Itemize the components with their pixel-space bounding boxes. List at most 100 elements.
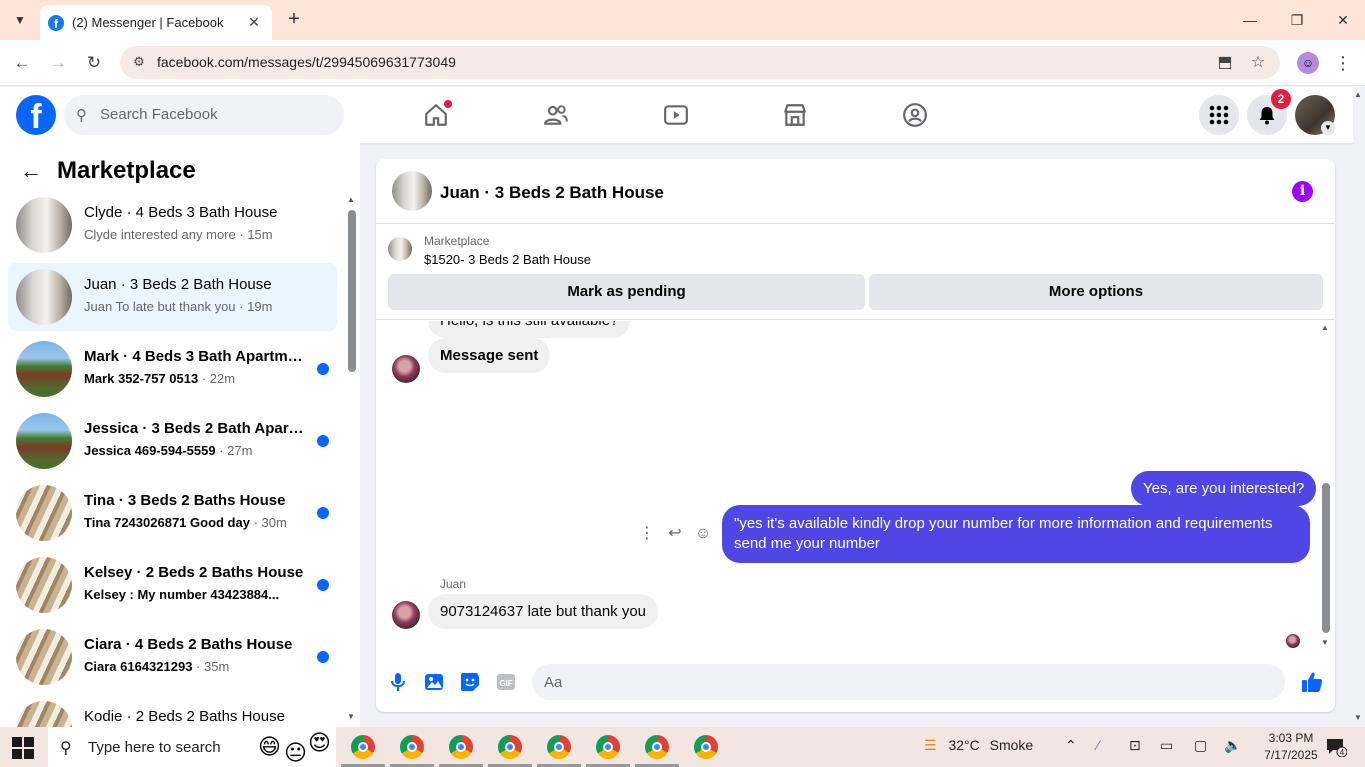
menu-grid-button[interactable] [1199, 95, 1239, 135]
chrome-window-icon[interactable] [596, 735, 620, 759]
browser-menu-icon[interactable]: ⋮ [1333, 51, 1353, 75]
meet-now-icon[interactable]: ⊡ [1129, 737, 1141, 754]
page-scroll-down-icon[interactable]: ▼ [1354, 713, 1362, 722]
message-bubble-outgoing: Yes, are you interested? [1131, 471, 1317, 506]
back-arrow-icon[interactable]: ← [20, 160, 44, 184]
pen-icon[interactable]: ∕ [1097, 737, 1099, 753]
conversation-preview-text: Kelsey : My number 43423884... [84, 587, 280, 602]
chrome-window-icon[interactable] [449, 735, 473, 759]
back-arrow-icon[interactable]: ← [10, 51, 34, 75]
unread-dot [317, 579, 329, 591]
windows-start-icon[interactable] [12, 737, 34, 759]
chrome-window-icon[interactable] [547, 735, 571, 759]
thumbs-up-icon[interactable] [1300, 670, 1324, 694]
photo-icon[interactable] [422, 670, 446, 694]
microphone-icon[interactable] [386, 670, 410, 694]
chrome-window-icon[interactable] [400, 735, 424, 759]
page-scroll-up-icon[interactable]: ▲ [1354, 90, 1362, 99]
listing-thumbnail[interactable] [388, 237, 412, 261]
taskbar-clock[interactable]: 3:03 PM 7/17/2025 [1255, 730, 1327, 764]
search-highlight-emoji-icon[interactable]: 😄 [258, 733, 281, 761]
video-nav-icon[interactable] [660, 99, 692, 131]
more-options-button[interactable]: More options [869, 274, 1323, 310]
conversation-row[interactable]: Mark · 4 Beds 3 Bath Apartme... Mark 352-… [8, 335, 337, 403]
chat-scrollbar[interactable]: ▲ ▼ [1319, 321, 1333, 651]
conversation-row[interactable]: Jessica · 3 Beds 2 Bath Apartm... Jessica… [8, 407, 337, 475]
chrome-window-icon[interactable] [645, 735, 669, 759]
message-input[interactable] [544, 664, 1244, 700]
conversation-preview-text: Tina 7243026871 Good day [84, 515, 250, 530]
conversation-time: 30m [261, 515, 287, 530]
gif-icon[interactable]: GIF [494, 670, 518, 694]
reload-icon[interactable]: ↻ [82, 51, 106, 75]
sidebar-scroll-down-icon[interactable]: ▼ [347, 712, 355, 721]
friends-nav-icon[interactable] [540, 99, 572, 131]
address-bar[interactable]: ⚙ facebook.com/messages/t/29945069631773… [120, 46, 1280, 79]
network-icon[interactable]: ▢ [1194, 737, 1207, 754]
battery-icon[interactable]: ▭ [1160, 737, 1173, 754]
browser-tab[interactable]: f (2) Messenger | Facebook ✕ [40, 5, 272, 40]
message-input-field[interactable] [532, 664, 1285, 700]
minimize-icon[interactable]: — [1238, 8, 1262, 32]
page-scrollbar[interactable]: ▲ ▼ [1353, 87, 1365, 727]
sidebar-scroll-up-icon[interactable]: ▲ [347, 195, 355, 204]
marketplace-nav-icon[interactable] [779, 99, 811, 131]
url-text[interactable]: facebook.com/messages/t/2994506963177304… [157, 54, 456, 70]
listing-title[interactable]: $1520- 3 Beds 2 Bath House [424, 252, 591, 267]
chat-scroll-thumb[interactable] [1322, 483, 1330, 633]
info-icon[interactable]: i [1292, 181, 1313, 202]
chat-scroll-up-icon[interactable]: ▲ [1321, 323, 1329, 332]
tab-search-chevron-icon[interactable]: ▼ [8, 8, 32, 32]
account-chevron-down-icon[interactable]: ▼ [1321, 121, 1335, 135]
search-icon: ⚲ [76, 107, 87, 124]
search-highlight-emoji-icon[interactable]: 😐 [284, 739, 307, 767]
sidebar-scroll-thumb[interactable] [348, 210, 356, 372]
forward-arrow-icon[interactable]: → [46, 51, 70, 75]
conversation-row[interactable]: Tina · 3 Beds 2 Baths House Tina 72430268… [8, 479, 337, 547]
chrome-window-icon[interactable] [498, 735, 522, 759]
more-actions-icon[interactable]: ⋮ [636, 523, 658, 545]
conversation-row[interactable]: Ciara · 4 Beds 2 Baths House Ciara 616432… [8, 623, 337, 691]
reply-icon[interactable]: ↩ [664, 523, 686, 545]
install-app-icon[interactable]: ⬒ [1214, 52, 1236, 74]
bookmark-star-icon[interactable]: ☆ [1247, 52, 1269, 74]
search-icon: ⚲ [60, 740, 72, 757]
conversation-name: Clyde · 4 Beds 3 Bath House [84, 204, 278, 221]
chrome-window-icon[interactable] [694, 735, 718, 759]
search-highlight-emoji-icon[interactable]: 😍 [308, 729, 331, 757]
clock-time: 3:03 PM [1268, 731, 1314, 745]
chrome-window-icon[interactable] [351, 735, 375, 759]
separator-dot: · [235, 299, 248, 314]
browser-profile-avatar[interactable]: ☺ [1297, 52, 1319, 74]
conversation-preview-text: Juan To late but thank you [84, 299, 236, 314]
sidebar-scrollbar[interactable]: ▲ ▼ [344, 193, 360, 723]
site-settings-icon[interactable]: ⚙ [130, 54, 148, 72]
message-bubble-outgoing: "yes it's available kindly drop your num… [722, 505, 1310, 563]
facebook-header: f ⚲ Search Facebook 2 ▼ [0, 87, 1353, 143]
sender-avatar[interactable] [392, 601, 420, 629]
notification-center-icon[interactable]: 4 [1325, 737, 1349, 758]
conversation-row[interactable]: Clyde · 4 Beds 3 Bath House Clyde interes… [8, 191, 337, 259]
conversation-row[interactable]: Kodie · 2 Beds 2 Baths House [8, 695, 337, 727]
weather-widget[interactable]: ☰ 32°C Smoke [924, 737, 1033, 754]
conversation-row[interactable]: Juan · 3 Beds 2 Bath House Juan To late b… [8, 263, 337, 331]
message-bubble-incoming: Message sent [428, 338, 551, 373]
window-close-icon[interactable]: ✕ [1331, 8, 1355, 32]
tray-chevron-up-icon[interactable]: ⌃ [1065, 737, 1077, 754]
conversation-row[interactable]: Kelsey · 2 Beds 2 Baths House Kelsey : My… [8, 551, 337, 619]
chat-title[interactable]: Juan · 3 Beds 2 Bath House [440, 183, 664, 203]
chat-scroll-down-icon[interactable]: ▼ [1321, 638, 1329, 647]
sticker-icon[interactable] [458, 670, 482, 694]
restore-icon[interactable]: ❐ [1285, 8, 1309, 32]
react-emoji-icon[interactable]: ☺ [692, 523, 714, 545]
facebook-search-input[interactable]: ⚲ Search Facebook [64, 95, 344, 135]
new-tab-plus-icon[interactable]: + [282, 8, 306, 32]
facebook-logo[interactable]: f [16, 95, 56, 135]
volume-icon[interactable]: 🔈 [1224, 737, 1241, 754]
groups-nav-icon[interactable] [899, 99, 931, 131]
taskbar-search-box[interactable]: ⚲ Type here to search 😄 😐 😍 [48, 727, 336, 767]
tab-close-icon[interactable]: ✕ [244, 14, 264, 31]
mark-as-pending-button[interactable]: Mark as pending [388, 274, 865, 310]
sender-avatar[interactable] [392, 355, 420, 383]
chat-avatar[interactable] [392, 171, 432, 211]
